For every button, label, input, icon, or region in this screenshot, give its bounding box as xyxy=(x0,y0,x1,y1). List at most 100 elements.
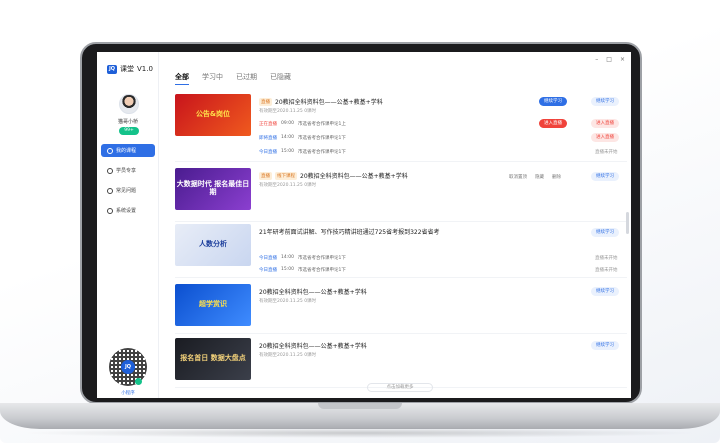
avatar[interactable] xyxy=(119,94,139,114)
schedule-desc: 市选省考合作课申论1下 xyxy=(297,150,346,155)
sidebar-item-label: 学员专享 xyxy=(116,168,137,174)
schedule-row: 正在直播 09:00 市选省考合作课申论1上 xyxy=(259,121,346,127)
continue-learning-button-secondary[interactable]: 继续学习 xyxy=(591,287,619,296)
book-icon xyxy=(107,147,113,154)
course-thumbnail[interactable]: 公告&岗位 xyxy=(175,94,251,136)
tab-learning[interactable]: 学习中 xyxy=(202,72,223,85)
course-card[interactable]: 报名首日 数据大盘点 20教招全科资料包——公基+教基+学科 有效期至2020.… xyxy=(175,336,627,388)
tab-expired[interactable]: 已过期 xyxy=(236,72,257,85)
continue-learning-button-secondary[interactable]: 继续学习 xyxy=(591,97,619,106)
sidebar: JQ 课堂 V1.0 猫哥小桥 99+ 我的课程 学员专享 常见问题 系统设置 … xyxy=(97,52,159,398)
sidebar-item-label: 常见问题 xyxy=(116,188,137,194)
course-title: 20教招全科资料包——公基+教基+学科 xyxy=(259,289,367,296)
course-list: 公告&岗位 直播 20教招全科资料包——公基+教基+学科 有效期至2020.11… xyxy=(175,92,627,388)
schedule-desc: 市选省考合作课申论1下 xyxy=(297,268,346,273)
schedule-status: 今日直播 xyxy=(259,150,277,155)
tab-hidden[interactable]: 已隐藏 xyxy=(270,72,291,85)
sidebar-item-my-courses[interactable]: 我的课程 xyxy=(101,144,155,157)
course-meta: 有效期至2020.11.25 0课时 xyxy=(259,109,317,114)
schedule-status: 正在直播 xyxy=(259,122,277,127)
gift-icon xyxy=(107,167,113,174)
course-actions: 取消置顶 隐藏 删除 xyxy=(509,174,561,180)
course-meta: 有效期至2020.11.25 0课时 xyxy=(259,353,317,358)
laptop-shadow xyxy=(20,428,700,438)
schedule-desc: 市选省考合作课申论1上 xyxy=(297,122,346,127)
app-version: V1.0 xyxy=(137,65,153,73)
course-title: 20教招全科资料包——公基+教基+学科 xyxy=(275,99,383,106)
unpin-button[interactable]: 取消置顶 xyxy=(509,174,527,180)
laptop-notch xyxy=(318,403,402,409)
schedule-status: 今日直播 xyxy=(259,256,277,261)
course-card[interactable]: 超学赏识 20教招全科资料包——公基+教基+学科 有效期至2020.11.25 … xyxy=(175,282,627,334)
course-title-row: 直播 线下课程 20教招全科资料包——公基+教基+学科 xyxy=(259,171,408,180)
sidebar-nav: 我的课程 学员专享 常见问题 系统设置 xyxy=(101,144,155,224)
course-tag: 线下课程 xyxy=(275,171,297,180)
schedule-status: 即将直播 xyxy=(259,136,277,141)
course-title-row: 20教招全科资料包——公基+教基+学科 xyxy=(259,287,367,296)
user-name: 猫哥小桥 xyxy=(117,119,138,125)
course-thumbnail[interactable]: 人数分析 xyxy=(175,224,251,266)
gear-icon xyxy=(107,207,113,214)
app-name: 课堂 xyxy=(120,65,134,73)
course-title: 20教招全科资料包——公基+教基+学科 xyxy=(300,173,408,180)
tab-all[interactable]: 全部 xyxy=(175,72,189,85)
course-title: 20教招全科资料包——公基+教基+学科 xyxy=(259,343,367,350)
schedule-desc: 市选省考合作课申论1下 xyxy=(297,256,346,261)
app-logo: JQ 课堂 V1.0 xyxy=(107,64,153,74)
miniapp-label[interactable]: 小程序 xyxy=(97,390,159,396)
course-meta: 有效期至2020.11.25 0课时 xyxy=(259,299,317,304)
scene: – □ × JQ 课堂 V1.0 猫哥小桥 99+ 我的课程 学员专享 常见问题… xyxy=(0,0,720,443)
schedule-time: 15:00 xyxy=(281,267,294,272)
sidebar-item-faq[interactable]: 常见问题 xyxy=(101,184,155,197)
sidebar-item-label: 系统设置 xyxy=(116,208,137,214)
app-window: – □ × JQ 课堂 V1.0 猫哥小桥 99+ 我的课程 学员专享 常见问题… xyxy=(97,52,631,398)
course-thumbnail[interactable]: 超学赏识 xyxy=(175,284,251,326)
continue-learning-button-secondary[interactable]: 继续学习 xyxy=(591,341,619,350)
course-card[interactable]: 公告&岗位 直播 20教招全科资料包——公基+教基+学科 有效期至2020.11… xyxy=(175,92,627,162)
enter-live-button-secondary[interactable]: 进入直播 xyxy=(591,119,619,128)
course-tag: 直播 xyxy=(259,171,272,180)
course-tabs: 全部 学习中 已过期 已隐藏 xyxy=(175,72,291,85)
course-title: 21年研考前面试讲解、写作技巧精讲班通过725省考报到322省省考 xyxy=(259,229,440,236)
schedule-desc: 市选省考合作课申论1下 xyxy=(297,136,346,141)
continue-learning-button-secondary[interactable]: 继续学习 xyxy=(591,172,619,181)
course-card[interactable]: 大数据时代 报名最佳日期 直播 线下课程 20教招全科资料包——公基+教基+学科… xyxy=(175,166,627,222)
schedule-row: 今日直播 14:00 市选省考合作课申论1下 xyxy=(259,255,346,261)
schedule-row: 今日直播 15:00 市选省考合作课申论1下 xyxy=(259,267,346,273)
course-title-row: 21年研考前面试讲解、写作技巧精讲班通过725省考报到322省省考 xyxy=(259,227,440,236)
load-more-button[interactable]: 点击加载更多 xyxy=(367,383,433,392)
schedule-time: 09:00 xyxy=(281,121,294,126)
live-not-started-note: 直播未开始 xyxy=(595,150,618,155)
delete-button[interactable]: 删除 xyxy=(552,174,561,180)
schedule-time: 14:00 xyxy=(281,255,294,260)
qr-logo: JQ xyxy=(121,360,135,374)
logo-mark: JQ xyxy=(107,64,117,74)
question-icon xyxy=(107,187,113,194)
schedule-row: 今日直播 15:00 市选省考合作课申论1下 xyxy=(259,149,346,155)
schedule-time: 15:00 xyxy=(281,149,294,154)
live-not-started-note: 直播未开始 xyxy=(595,268,618,273)
schedule-time: 14:00 xyxy=(281,135,294,140)
course-title-row: 直播 20教招全科资料包——公基+教基+学科 xyxy=(259,97,383,106)
schedule-status: 今日直播 xyxy=(259,268,277,273)
course-meta: 有效期至2020.11.25 0课时 xyxy=(259,183,317,188)
course-thumbnail[interactable]: 大数据时代 报名最佳日期 xyxy=(175,168,251,210)
hide-button[interactable]: 隐藏 xyxy=(535,174,544,180)
main-content: 全部 学习中 已过期 已隐藏 公告&岗位 直播 20教招全科资料包——公基+教基… xyxy=(159,52,631,398)
scrollbar[interactable] xyxy=(626,212,629,234)
enter-live-button-secondary[interactable]: 进入直播 xyxy=(591,133,619,142)
sidebar-item-label: 我的课程 xyxy=(116,148,137,154)
course-title-row: 20教招全科资料包——公基+教基+学科 xyxy=(259,341,367,350)
live-not-started-note: 直播未开始 xyxy=(595,256,618,261)
vip-badge: 99+ xyxy=(119,127,139,135)
continue-learning-button-secondary[interactable]: 继续学习 xyxy=(591,228,619,237)
sidebar-item-settings[interactable]: 系统设置 xyxy=(101,204,155,217)
enter-live-button[interactable]: 进入直播 xyxy=(539,119,567,128)
course-card[interactable]: 人数分析 21年研考前面试讲解、写作技巧精讲班通过725省考报到322省省考 继… xyxy=(175,222,627,278)
sidebar-item-student-perks[interactable]: 学员专享 xyxy=(101,164,155,177)
continue-learning-button[interactable]: 继续学习 xyxy=(539,97,567,106)
wechat-icon xyxy=(135,378,142,385)
schedule-row: 即将直播 14:00 市选省考合作课申论1下 xyxy=(259,135,346,141)
course-thumbnail[interactable]: 报名首日 数据大盘点 xyxy=(175,338,251,380)
course-tag: 直播 xyxy=(259,97,272,106)
